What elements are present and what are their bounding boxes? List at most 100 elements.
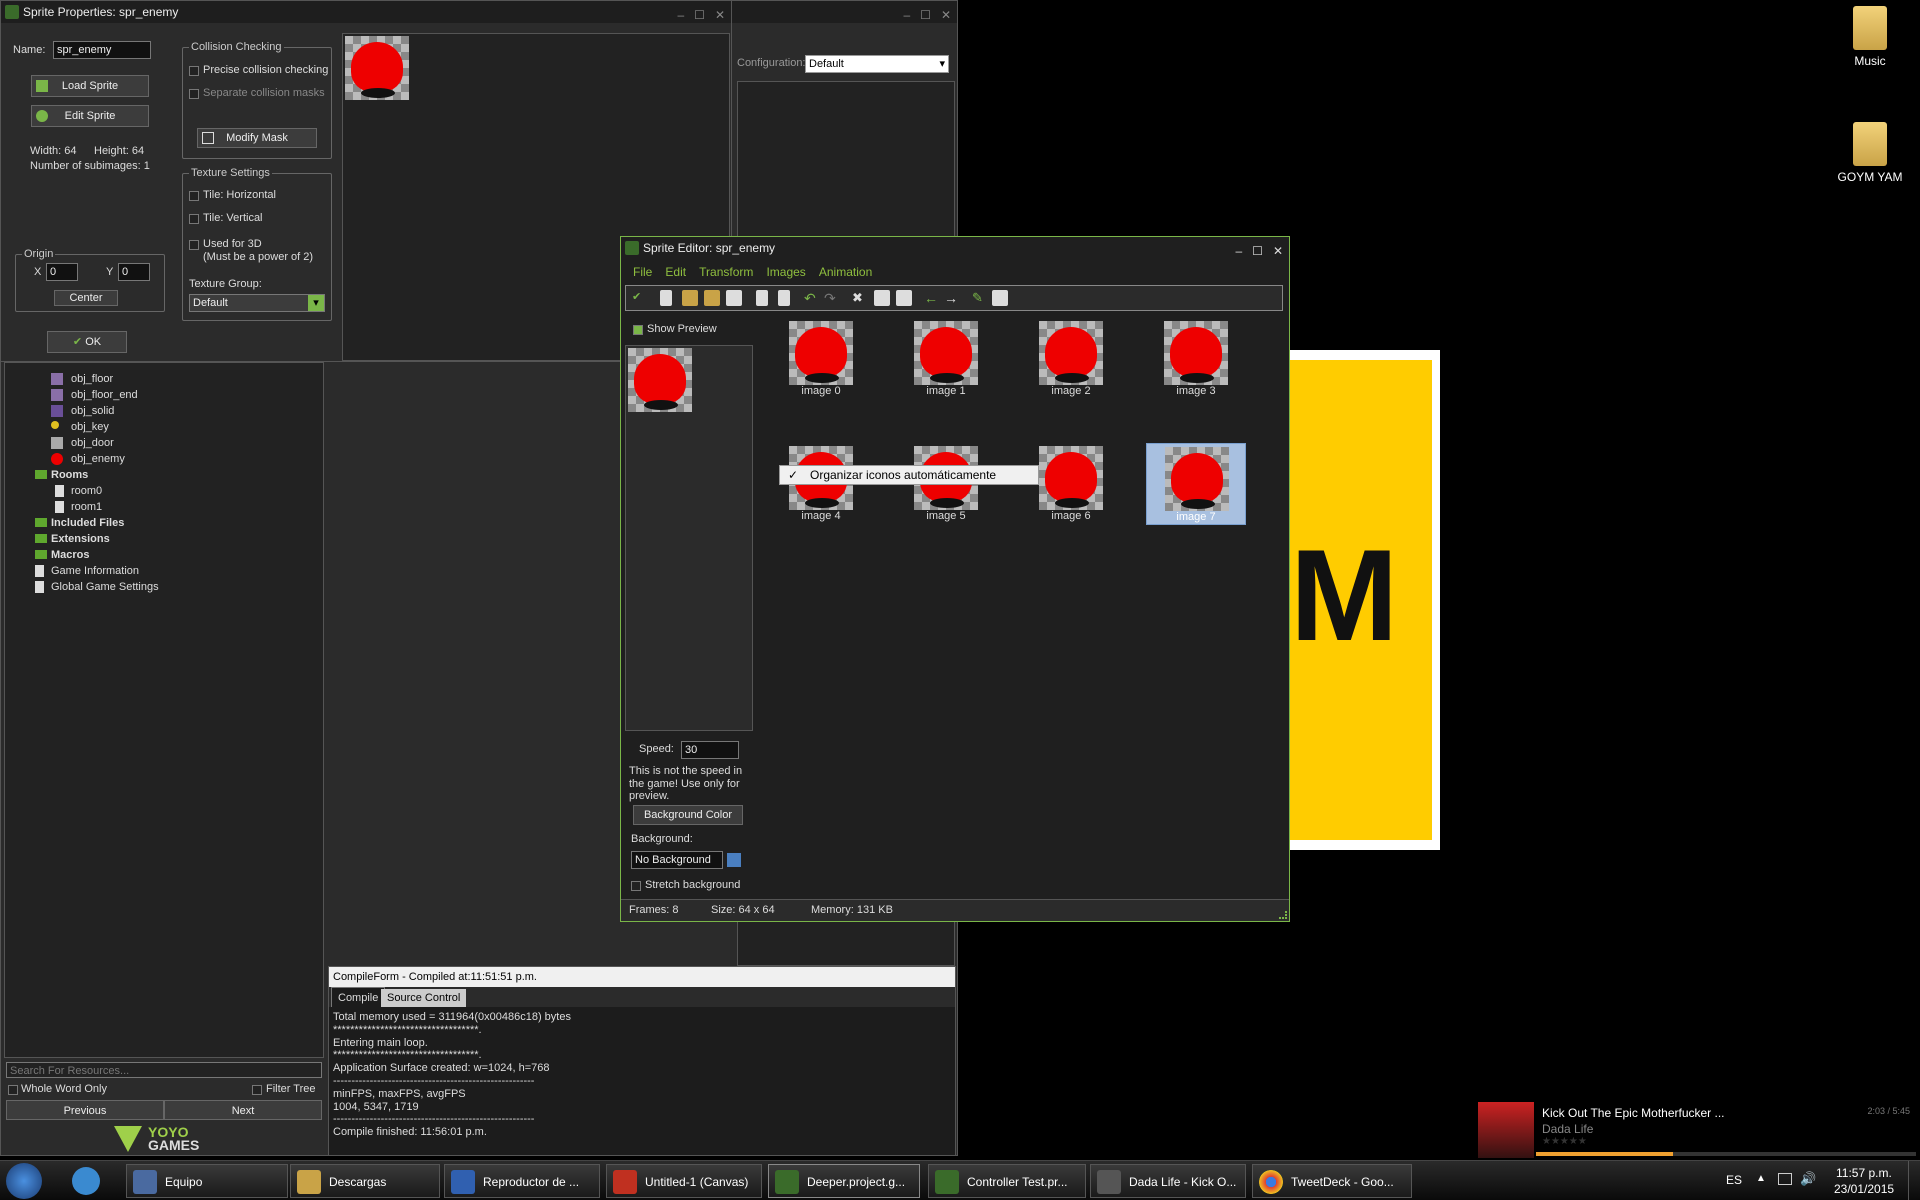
sprite-frame-selected[interactable]: image 7 xyxy=(1146,443,1246,525)
media-toast[interactable]: Kick Out The Epic Motherfucker ... Dada … xyxy=(1476,1100,1920,1162)
tree-folder[interactable]: Included Files xyxy=(35,515,124,531)
tray-arrow-icon[interactable]: ▲ xyxy=(1756,1173,1766,1184)
sprite-frame[interactable]: image 1 xyxy=(896,321,996,397)
sprite-frame[interactable]: image 0 xyxy=(771,321,871,397)
previous-button[interactable]: Previous xyxy=(6,1100,164,1120)
background-picker-icon[interactable] xyxy=(727,853,741,867)
taskbar-item-controller[interactable]: Controller Test.pr... xyxy=(928,1164,1086,1198)
confirm-icon[interactable]: ✔ xyxy=(632,290,648,306)
desktop-icon-music[interactable]: Music xyxy=(1840,6,1900,76)
ok-button[interactable]: ✔ OK xyxy=(47,331,127,353)
paste-icon[interactable] xyxy=(896,290,912,306)
tree-item[interactable]: obj_solid xyxy=(51,403,114,419)
cut-icon[interactable]: ✖ xyxy=(852,290,868,306)
clock-time[interactable]: 11:57 p.m. xyxy=(1836,1166,1892,1180)
background-color-button[interactable]: Background Color xyxy=(633,805,743,825)
add-image-icon[interactable] xyxy=(756,290,768,306)
taskbar-item-deeper[interactable]: Deeper.project.g... xyxy=(768,1164,920,1198)
tile-horizontal-checkbox[interactable] xyxy=(189,191,199,201)
track-progress-bar[interactable] xyxy=(1536,1152,1916,1156)
menu-animation[interactable]: Animation xyxy=(819,265,872,279)
save-icon[interactable] xyxy=(726,290,742,306)
rating-stars[interactable]: ★★★★★ xyxy=(1542,1136,1587,1147)
ie-icon[interactable] xyxy=(72,1167,100,1195)
menu-images[interactable]: Images xyxy=(766,265,805,279)
new-icon[interactable] xyxy=(660,290,672,306)
insert-image-icon[interactable] xyxy=(778,290,790,306)
maximize-icon[interactable]: ☐ xyxy=(1252,240,1263,262)
close-icon[interactable]: ✕ xyxy=(941,4,951,26)
tree-folder[interactable]: Extensions xyxy=(35,531,110,547)
start-button[interactable] xyxy=(6,1163,42,1199)
tree-folder[interactable]: Rooms xyxy=(35,467,88,483)
taskbar-item-dada-life[interactable]: Dada Life - Kick O... xyxy=(1090,1164,1246,1198)
undo-icon[interactable]: ↶ xyxy=(804,290,820,306)
pencil-icon[interactable]: ✎ xyxy=(972,290,988,306)
sprite-frame[interactable]: image 2 xyxy=(1021,321,1121,397)
sprite-name-input[interactable]: spr_enemy xyxy=(53,41,151,59)
taskbar-item-flash[interactable]: Untitled-1 (Canvas) xyxy=(606,1164,762,1198)
modify-mask-button[interactable]: Modify Mask xyxy=(197,128,317,148)
taskbar-item-tweetdeck[interactable]: TweetDeck - Goo... xyxy=(1252,1164,1412,1198)
tree-item[interactable]: obj_key xyxy=(51,419,109,435)
menu-file[interactable]: File xyxy=(633,265,652,279)
arrow-right-icon[interactable]: → xyxy=(944,290,960,306)
filter-tree-checkbox[interactable] xyxy=(252,1085,262,1095)
sprite-frame[interactable]: image 3 xyxy=(1146,321,1246,397)
minimize-icon[interactable]: – xyxy=(1235,240,1242,262)
menu-transform[interactable]: Transform xyxy=(699,265,753,279)
tree-item[interactable]: obj_floor_end xyxy=(51,387,138,403)
redo-icon[interactable]: ↷ xyxy=(824,290,840,306)
tree-item[interactable]: obj_floor xyxy=(51,371,113,387)
tree-item[interactable]: room0 xyxy=(55,483,102,499)
whole-word-checkbox[interactable] xyxy=(8,1085,18,1095)
tile-vertical-checkbox[interactable] xyxy=(189,214,199,224)
texture-group-select[interactable]: Default ▾ xyxy=(189,294,325,312)
tree-folder[interactable]: Macros xyxy=(35,547,90,563)
maximize-icon[interactable]: ☐ xyxy=(920,4,931,26)
show-desktop-button[interactable] xyxy=(1908,1161,1920,1200)
desktop-icon-goym-yam[interactable]: GOYM YAM xyxy=(1830,122,1910,192)
taskbar-item-reproductor[interactable]: Reproductor de ... xyxy=(444,1164,600,1198)
configuration-select[interactable]: Default ▾ xyxy=(805,55,949,73)
speed-input[interactable]: 30 xyxy=(681,741,739,759)
show-preview-checkbox[interactable] xyxy=(633,325,643,335)
separate-masks-checkbox[interactable] xyxy=(189,89,199,99)
minimize-icon[interactable]: – xyxy=(903,4,910,26)
stretch-background-checkbox[interactable] xyxy=(631,881,641,891)
arrow-left-icon[interactable]: ← xyxy=(924,290,940,306)
edit-sprite-button[interactable]: Edit Sprite xyxy=(31,105,149,127)
taskbar-item-descargas[interactable]: Descargas xyxy=(290,1164,440,1198)
menu-edit[interactable]: Edit xyxy=(665,265,686,279)
copy-icon[interactable] xyxy=(874,290,890,306)
tree-item[interactable]: Global Game Settings xyxy=(35,579,159,595)
close-icon[interactable]: ✕ xyxy=(715,4,725,26)
network-icon[interactable] xyxy=(1778,1173,1792,1185)
tree-item[interactable]: room1 xyxy=(55,499,102,515)
background-field[interactable]: No Background xyxy=(631,851,723,869)
load-sprite-button[interactable]: Load Sprite xyxy=(31,75,149,97)
precise-collision-checkbox[interactable] xyxy=(189,66,199,76)
open-icon[interactable] xyxy=(682,290,698,306)
origin-y-input[interactable]: 0 xyxy=(118,263,150,281)
context-menu-item-auto-arrange[interactable]: Organizar iconos automáticamente xyxy=(810,466,996,484)
open-strip-icon[interactable] xyxy=(704,290,720,306)
taskbar-item-equipo[interactable]: Equipo xyxy=(126,1164,288,1198)
tab-compile[interactable]: Compile xyxy=(331,987,386,1007)
used-3d-checkbox[interactable] xyxy=(189,240,199,250)
resize-grip-icon[interactable] xyxy=(1279,911,1287,919)
next-button[interactable]: Next xyxy=(164,1100,322,1120)
tree-item[interactable]: obj_door xyxy=(51,435,114,451)
tree-item[interactable]: obj_enemy xyxy=(51,451,125,467)
grid-icon[interactable] xyxy=(992,290,1008,306)
volume-icon[interactable]: 🔊 xyxy=(1800,1171,1816,1187)
origin-x-input[interactable]: 0 xyxy=(46,263,78,281)
center-button[interactable]: Center xyxy=(54,290,118,306)
search-resources-input[interactable]: Search For Resources... xyxy=(6,1062,322,1078)
maximize-icon[interactable]: ☐ xyxy=(694,4,705,26)
tree-item[interactable]: Game Information xyxy=(35,563,139,579)
close-icon[interactable]: ✕ xyxy=(1273,240,1283,262)
tab-source-control[interactable]: Source Control xyxy=(381,989,467,1007)
clock-date[interactable]: 23/01/2015 xyxy=(1834,1182,1894,1196)
language-indicator[interactable]: ES xyxy=(1726,1173,1742,1187)
